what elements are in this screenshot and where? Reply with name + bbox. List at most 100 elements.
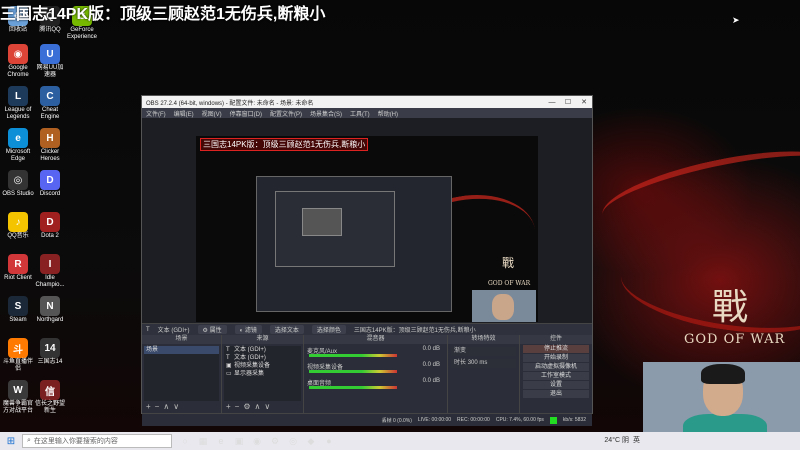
properties-button[interactable]: ⚙ 属性 xyxy=(197,325,227,334)
desktop-icon-label: Discord xyxy=(39,191,61,197)
close-icon[interactable]: ✕ xyxy=(576,98,592,106)
taskbar-app-icon[interactable]: ◆ xyxy=(302,432,320,450)
minimize-icon[interactable]: — xyxy=(544,99,560,106)
source-item-label: 文本 (GDI+) xyxy=(234,355,266,361)
taskbar-app-icon[interactable]: e xyxy=(212,432,230,450)
desktop-icon[interactable]: L League of Legends xyxy=(2,86,34,121)
status-kbps: kb/s: 5832 xyxy=(562,417,586,423)
source-item[interactable]: T 文本 (GDI+) xyxy=(224,354,301,362)
app-icon: 信 xyxy=(40,380,60,400)
desktop-icon[interactable]: W 魔兽争霸官方对战平台 xyxy=(2,380,34,415)
taskbar: ⊞ ⌕ 在这里输入你要搜索的内容 ○ ▦ e ▣ ◉ ⚙ ◎ ◆ ● 24°C 阴 英 xyxy=(0,432,800,450)
source-item-label: 显示器采集 xyxy=(234,371,265,377)
desktop-icon-label: Idle Champio... xyxy=(35,275,65,288)
obs-window[interactable]: OBS 27.2.4 (64-bit, windows) - 配置文件: 未命名… xyxy=(141,95,593,426)
scenes-list[interactable]: 场景 xyxy=(144,346,219,401)
mixer-channel[interactable]: 桌面音频 0.0 dB xyxy=(307,378,444,394)
stream-health-indicator xyxy=(549,416,557,424)
desktop-icon[interactable]: 14 三国志14 xyxy=(34,338,66,366)
volume-meter xyxy=(309,386,397,389)
mixer-channel[interactable]: 视频采集设备 0.0 dB xyxy=(307,362,444,378)
desktop-icon[interactable]: ◉ Google Chrome xyxy=(2,44,34,79)
taskbar-app-icon[interactable]: ▦ xyxy=(194,432,212,450)
menu-item[interactable]: 停靠窗口(D) xyxy=(230,109,262,118)
desktop-icon-label: 斗鱼直播伴侣 xyxy=(2,359,33,372)
control-button[interactable]: 启动虚拟摄像机 xyxy=(523,363,589,371)
menu-item[interactable]: 帮助(H) xyxy=(378,109,398,118)
sources-footer-controls[interactable]: +−⚙∧∨ xyxy=(226,402,274,411)
filters-button[interactable]: ◐ 滤镜 xyxy=(234,325,262,334)
mixer-channel[interactable]: 麦克风/Aux 0.0 dB xyxy=(307,346,444,362)
menu-item[interactable]: 场景集合(S) xyxy=(310,109,342,118)
preview-canvas[interactable]: 三国志14PK版：顶级三顾赵范1无伤兵,断粮小 戰 GOD OF WAR xyxy=(196,136,538,322)
menu-item[interactable]: 视图(V) xyxy=(202,109,222,118)
source-item[interactable]: T 文本 (GDI+) xyxy=(224,346,301,354)
controls-dock: 控件 停止推流 开始录制 启动虚拟摄像机 工作室模式 设置 退出 xyxy=(520,335,592,413)
volume-meter xyxy=(309,354,397,357)
taskbar-app-icon[interactable]: ◎ xyxy=(284,432,302,450)
desktop-icon[interactable]: ♪ QQ音乐 xyxy=(2,212,34,240)
taskbar-app-icon[interactable]: ● xyxy=(320,432,338,450)
desktop-icon-label: 魔兽争霸官方对战平台 xyxy=(2,401,33,414)
obs-titlebar[interactable]: OBS 27.2.4 (64-bit, windows) - 配置文件: 未命名… xyxy=(142,96,592,108)
desktop-icon[interactable]: D Dota 2 xyxy=(34,212,66,240)
obs-preview-area[interactable]: 三国志14PK版：顶级三顾赵范1无伤兵,断粮小 戰 GOD OF WAR xyxy=(142,118,592,323)
desktop-icon-label: 回收站 xyxy=(8,27,27,33)
desktop-icon[interactable]: C Cheat Engine xyxy=(34,86,66,121)
weather-status[interactable]: 24°C 阴 xyxy=(604,435,629,445)
control-button[interactable]: 停止推流 xyxy=(523,345,589,353)
nested-obs-capture xyxy=(256,176,452,312)
obs-source-toolbar: T 文本 (GDI+) ⚙ 属性 ◐ 滤镜 选择文本 选择颜色 三国志14PK版… xyxy=(142,323,592,335)
taskbar-app-icon[interactable]: ▣ xyxy=(230,432,248,450)
desktop-icon-label: Clicker Heroes xyxy=(40,149,60,162)
transition-duration-field[interactable]: 时长 300 ms xyxy=(451,359,516,368)
desktop-icon[interactable]: U 网易UU加速器 xyxy=(34,44,66,79)
source-item-label: 视频采集设备 xyxy=(234,363,271,369)
taskbar-app-icon[interactable]: ○ xyxy=(176,432,194,450)
menu-item[interactable]: 编辑(E) xyxy=(174,109,194,118)
wallpaper-title: GOD OF WAR xyxy=(684,332,786,347)
desktop-icon[interactable]: e Microsoft Edge xyxy=(2,128,34,163)
control-button[interactable]: 设置 xyxy=(523,381,589,389)
controls-buttons: 停止推流 开始录制 启动虚拟摄像机 工作室模式 设置 退出 xyxy=(520,345,592,398)
app-icon: C xyxy=(40,86,60,106)
sources-list[interactable]: T 文本 (GDI+) T 文本 (GDI+) ▣ 视频采集设备 ▭ 显示器采集 xyxy=(224,346,301,401)
source-item-label: 文本 (GDI+) xyxy=(234,347,266,353)
desktop-icon[interactable]: ◎ OBS Studio xyxy=(2,170,34,198)
taskbar-search[interactable]: ⌕ 在这里输入你要搜索的内容 xyxy=(22,434,172,448)
desktop-icon[interactable]: 斗斗鱼直播伴侣 xyxy=(2,338,34,373)
scenes-dock: 场景 场景 +−∧∨ xyxy=(142,335,222,413)
app-icon: U xyxy=(40,44,60,64)
select-color-button[interactable]: 选择颜色 xyxy=(311,325,346,334)
desktop-icon[interactable]: R Riot Client xyxy=(2,254,34,282)
current-source-label: 文本 (GDI+) xyxy=(157,328,190,334)
transitions-dock: 转场特效 渐变 时长 300 ms xyxy=(448,335,520,413)
scene-item[interactable]: 场景 xyxy=(144,346,219,354)
control-button[interactable]: 工作室模式 xyxy=(523,372,589,380)
taskbar-app-icon[interactable]: ◉ xyxy=(248,432,266,450)
source-item[interactable]: ▭ 显示器采集 xyxy=(224,370,301,378)
control-button[interactable]: 退出 xyxy=(523,390,589,398)
transition-type-select[interactable]: 渐变 xyxy=(451,347,516,356)
desktop-icon[interactable]: I Idle Champio... xyxy=(34,254,66,289)
input-method-indicator[interactable]: 英 xyxy=(633,435,640,445)
desktop-icon[interactable]: D Discord xyxy=(34,170,66,198)
desktop-icon[interactable]: 信信长之野望新生 xyxy=(34,380,66,415)
menu-item[interactable]: 工具(T) xyxy=(350,109,370,118)
desktop-icon[interactable]: S Steam xyxy=(2,296,34,324)
maximize-icon[interactable]: ☐ xyxy=(560,98,576,106)
source-text-value[interactable]: 三国志14PK版：顶级三顾赵范1无伤兵,断粮小 xyxy=(354,325,476,334)
control-button[interactable]: 开始录制 xyxy=(523,354,589,362)
desktop-icon[interactable]: N Northgard xyxy=(34,296,66,324)
source-type-icon: ▣ xyxy=(226,363,232,369)
source-item[interactable]: ▣ 视频采集设备 xyxy=(224,362,301,370)
select-text-button[interactable]: 选择文本 xyxy=(269,325,304,334)
desktop-icon[interactable]: H Clicker Heroes xyxy=(34,128,66,163)
taskbar-app-icon[interactable]: ⚙ xyxy=(266,432,284,450)
menu-item[interactable]: 配置文件(P) xyxy=(270,109,302,118)
scenes-footer-controls[interactable]: +−∧∨ xyxy=(146,402,183,411)
controls-header: 控件 xyxy=(520,335,592,344)
start-button[interactable]: ⊞ xyxy=(0,432,22,450)
wallpaper-red-stroke xyxy=(596,135,800,245)
menu-item[interactable]: 文件(F) xyxy=(146,109,166,118)
